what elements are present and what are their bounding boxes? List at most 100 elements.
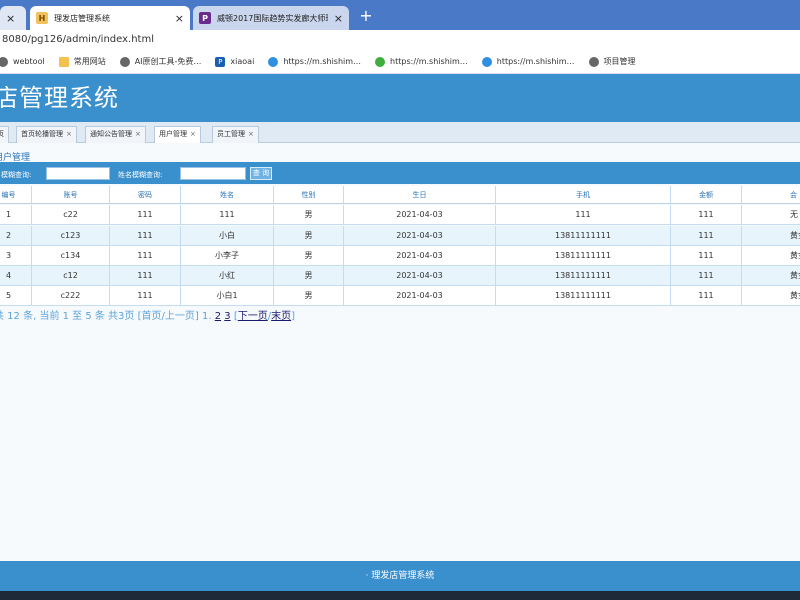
bracket-close: ] (291, 311, 296, 322)
table-cell: c134 (32, 246, 110, 265)
column-header: 会 (790, 190, 797, 199)
account-search-input[interactable] (46, 167, 110, 180)
tab-staff[interactable]: 员工管理 × (212, 126, 259, 143)
table-cell: 111 (671, 266, 742, 285)
column-header: 账号 (32, 186, 110, 203)
table-cell: 3 (0, 246, 32, 265)
browser-tab-title: 威顿2017国际趋势实发廊大师理… (217, 13, 328, 23)
tab-users[interactable]: 用户管理 × (154, 126, 201, 143)
column-header: 编号 (0, 186, 32, 203)
table-row[interactable]: 3 c134 111 小李子 男 2021-04-03 13811111111 … (0, 246, 800, 266)
first-prev-link[interactable]: [首页/上一页] (138, 311, 199, 322)
browser-tab-bar: × H 理发店管理系统 × P 威顿2017国际趋势实发廊大师理… × + (0, 0, 800, 30)
search-bar: 户模糊查询: 姓名模糊查询: 查 询 (0, 164, 800, 184)
next-page-link[interactable]: 下一页 (238, 311, 268, 322)
bookmark-item[interactable]: https://m.shishim… (268, 56, 361, 67)
account-search-label: 户模糊查询: (0, 171, 32, 179)
table-cell: 13811111111 (496, 266, 671, 285)
bookmarks-bar: webtool 常用网站 AI原创工具-免费… Pxiaoai https://… (0, 50, 800, 74)
column-header: 生日 (344, 186, 496, 203)
bookmark-item[interactable]: webtool (0, 56, 45, 67)
browser-tab[interactable]: P 威顿2017国际趋势实发廊大师理… × (193, 6, 349, 30)
wechat-icon (375, 56, 386, 67)
tab-home[interactable]: 页 (0, 126, 9, 143)
favicon-icon: H (36, 12, 48, 24)
app-title: 店管理系统 (0, 84, 119, 112)
footer-text: · 理发店管理系统 (365, 571, 435, 581)
bookmark-item[interactable]: AI原创工具-免费… (119, 56, 201, 67)
browser-tab-active[interactable]: H 理发店管理系统 × (30, 6, 190, 30)
table-cell: 黄金 (790, 271, 800, 280)
close-icon[interactable]: × (66, 130, 72, 138)
column-header: 手机 (496, 186, 671, 203)
table-cell: c22 (32, 205, 110, 224)
close-icon[interactable]: × (248, 130, 254, 138)
globe-icon (588, 56, 599, 67)
table-cell: 111 (671, 246, 742, 265)
table-cell: 13811111111 (496, 286, 671, 305)
table-cell: 2 (0, 226, 32, 245)
table-cell: 黄金 (790, 251, 800, 260)
app-header: 店管理系统 (0, 74, 800, 122)
current-page: 1. (201, 311, 212, 322)
folder-icon (58, 56, 69, 67)
table-row[interactable]: 4 c12 111 小红 男 2021-04-03 13811111111 11… (0, 266, 800, 286)
column-header: 密码 (110, 186, 181, 203)
table-row[interactable]: 5 c222 111 小白1 男 2021-04-03 13811111111 … (0, 286, 800, 306)
page-2-link[interactable]: 2 (215, 311, 221, 322)
table-cell: 无 (790, 210, 798, 219)
close-icon[interactable]: × (175, 12, 184, 25)
address-bar[interactable]: 8080/pg126/admin/index.html (0, 30, 800, 50)
table-cell: c123 (32, 226, 110, 245)
close-icon[interactable]: × (334, 12, 343, 25)
name-search-input[interactable] (180, 167, 246, 180)
last-page-link[interactable]: 末页 (271, 311, 291, 322)
browser-tab-partial[interactable]: × (0, 6, 26, 30)
column-header: 性别 (274, 186, 344, 203)
page-3-link[interactable]: 3 (224, 311, 230, 322)
close-icon[interactable]: × (135, 130, 141, 138)
column-header: 姓名 (181, 186, 274, 203)
globe-icon (0, 56, 8, 67)
table-cell: 111 (671, 286, 742, 305)
site-icon (268, 56, 279, 67)
bookmark-item[interactable]: https://m.shishim… (375, 56, 468, 67)
close-icon[interactable]: × (190, 130, 196, 138)
table-cell: 黄金 (790, 231, 800, 240)
search-button[interactable]: 查 询 (250, 167, 272, 180)
p-logo-icon: P (215, 56, 226, 67)
table-cell: 2021-04-03 (344, 205, 496, 224)
close-icon[interactable]: × (6, 12, 15, 25)
table-cell: 111 (110, 226, 181, 245)
table-cell: 小李子 (181, 246, 274, 265)
app-footer: · 理发店管理系统 (0, 561, 800, 591)
table-cell: 111 (110, 205, 181, 224)
table-cell: 111 (496, 205, 671, 224)
bookmark-item[interactable]: 项目管理 (588, 56, 636, 67)
table-cell: c222 (32, 286, 110, 305)
new-tab-button[interactable]: + (358, 7, 374, 25)
column-header: 金额 (671, 186, 742, 203)
table-cell: 2021-04-03 (344, 246, 496, 265)
table-cell: 男 (274, 286, 344, 305)
table-header: 编号 账号 密码 姓名 性别 生日 手机 金额 会 (0, 186, 800, 204)
table-cell: 1 (0, 205, 32, 224)
tab-notice[interactable]: 通知公告管理 × (85, 126, 146, 143)
site-icon (481, 56, 492, 67)
table-cell: 小白 (181, 226, 274, 245)
name-search-label: 姓名模糊查询: (118, 171, 163, 179)
pagination: 共 12 条, 当前 1 至 5 条 共3页 [首页/上一页] 1. 2 3 [… (0, 307, 295, 322)
table-cell: 111 (110, 266, 181, 285)
table-cell: 4 (0, 266, 32, 285)
table-row[interactable]: 2 c123 111 小白 男 2021-04-03 13811111111 1… (0, 226, 800, 246)
favicon-icon: P (199, 12, 211, 24)
bookmark-item[interactable]: 常用网站 (58, 56, 106, 67)
tab-carousel[interactable]: 首页轮播管理 × (16, 126, 77, 143)
bookmark-item[interactable]: https://m.shishim… (481, 56, 575, 67)
table-cell: 男 (274, 205, 344, 224)
table-cell: 111 (110, 286, 181, 305)
table-cell: 2021-04-03 (344, 266, 496, 285)
table-row[interactable]: 1 c22 111 111 男 2021-04-03 111 111 无 (0, 205, 800, 225)
bookmark-item[interactable]: Pxiaoai (215, 56, 254, 67)
taskbar-strip (0, 591, 800, 600)
